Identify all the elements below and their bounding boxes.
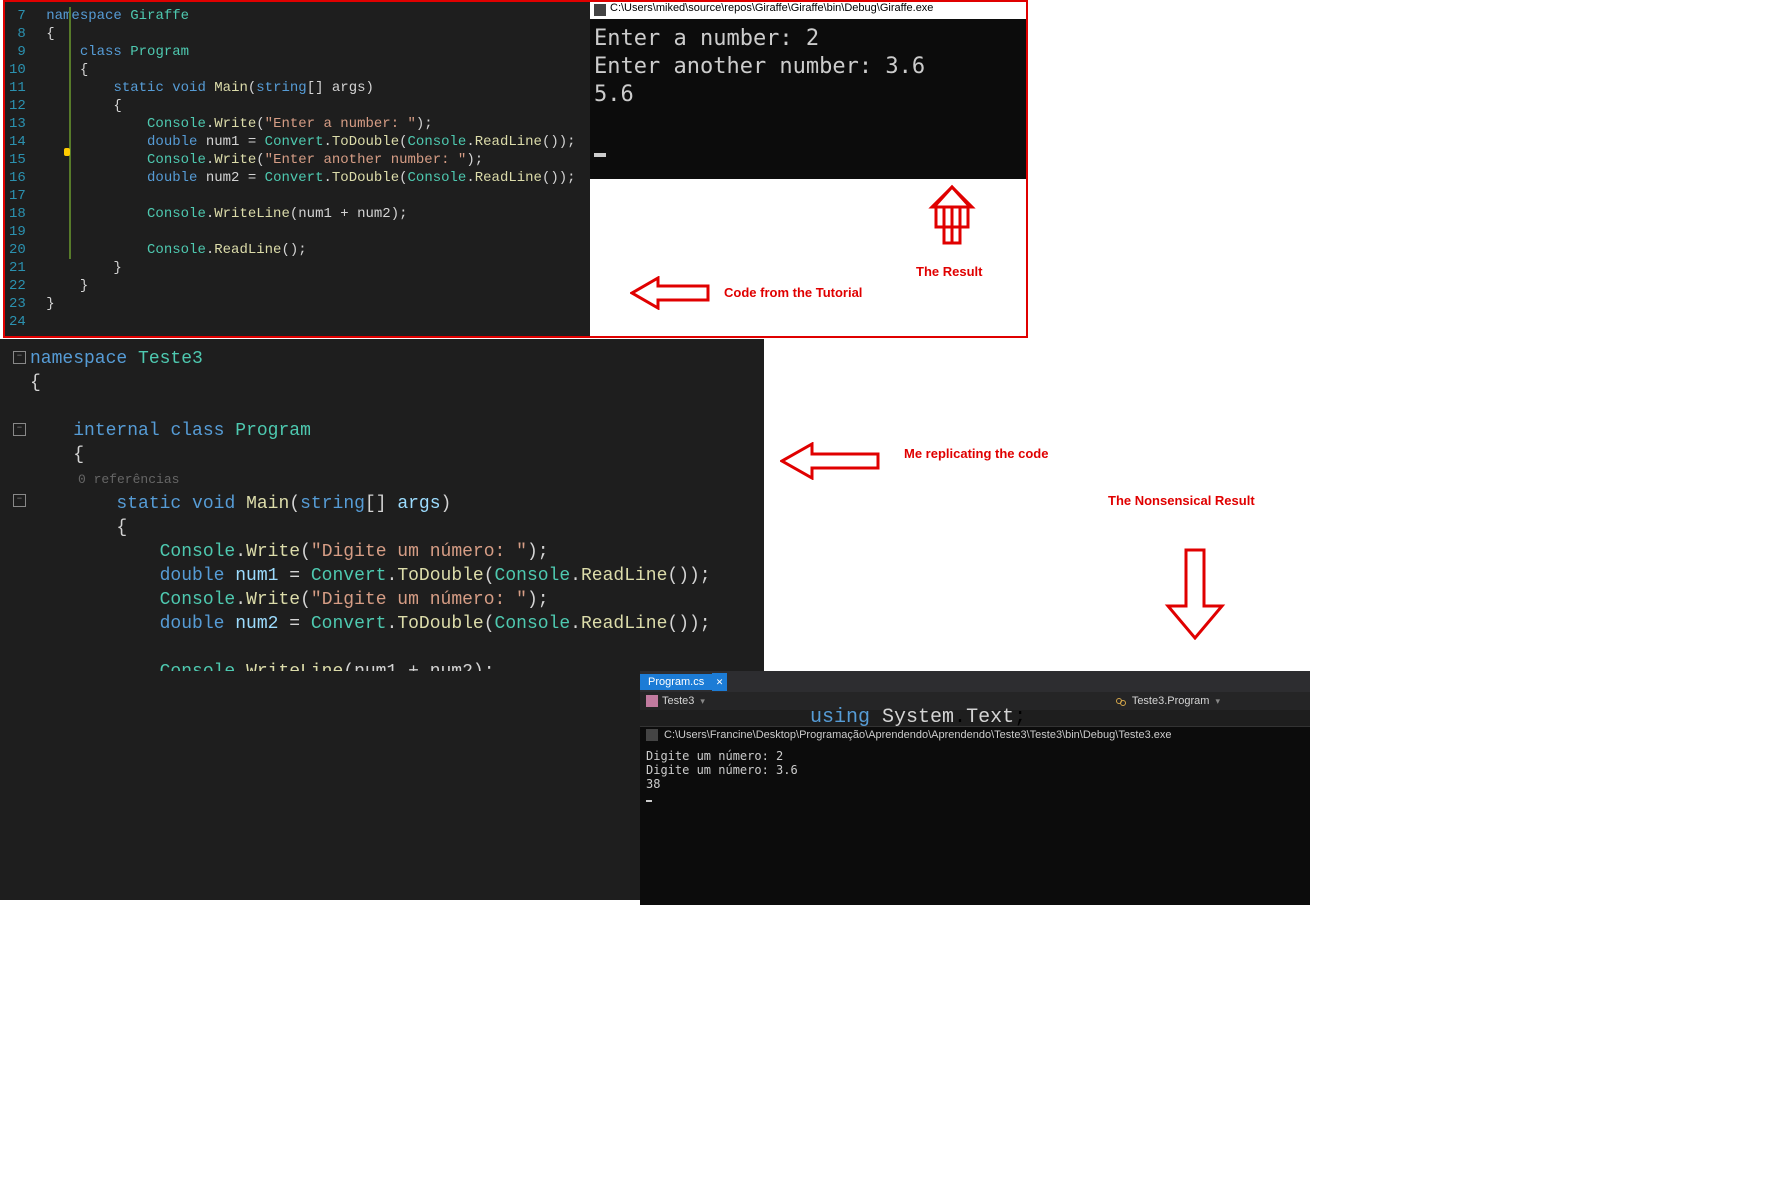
annotation-replicating: Me replicating the code <box>904 446 1048 461</box>
console-output: Digite um número: 2 Digite um número: 3.… <box>640 745 1310 905</box>
fold-icon[interactable]: − <box>13 494 26 507</box>
line-number: 13 <box>9 115 26 133</box>
line-number: 17 <box>9 187 26 205</box>
tutorial-code-editor: 7 8 9 10 11 12 13 14 15 16 17 18 19 20 2… <box>3 0 592 338</box>
line-number: 7 <box>9 7 26 25</box>
line-number: 12 <box>9 97 26 115</box>
editor-tab-row: Program.cs ✕ <box>640 671 1310 692</box>
console-line: 5.6 <box>594 82 634 107</box>
console-line: Enter a number: 2 <box>594 26 819 51</box>
console-line: 38 <box>646 777 660 791</box>
line-number-gutter: 7 8 9 10 11 12 13 14 15 16 17 18 19 20 2… <box>5 2 34 336</box>
arrow-up-icon <box>924 183 980 245</box>
line-number: 15 <box>9 151 26 169</box>
arrow-left-icon <box>630 276 710 310</box>
line-number: 21 <box>9 259 26 277</box>
cursor-icon <box>646 800 652 802</box>
class-icon <box>1116 696 1128 706</box>
console-line: Digite um número: 3.6 <box>646 763 798 777</box>
console-line: Digite um número: 2 <box>646 749 783 763</box>
code-content[interactable]: namespace Giraffe { class Program { stat… <box>34 2 590 336</box>
console-title-bar[interactable]: C:\Users\miked\source\repos\Giraffe\Gira… <box>590 2 1026 19</box>
cursor-icon <box>594 153 606 157</box>
line-number: 23 <box>9 295 26 313</box>
fold-icon[interactable]: − <box>13 351 26 364</box>
line-number: 10 <box>9 61 26 79</box>
tab-program-cs[interactable]: Program.cs <box>640 674 712 690</box>
line-number: 14 <box>9 133 26 151</box>
breadcrumb-class[interactable]: Teste3.Program <box>1116 695 1220 707</box>
code-lens-references[interactable]: 0 referências <box>78 472 179 487</box>
line-number: 11 <box>9 79 26 97</box>
annotation-nonsensical: The Nonsensical Result <box>1108 493 1255 508</box>
editor-background <box>0 671 640 899</box>
fold-icon[interactable]: − <box>13 423 26 436</box>
line-number: 20 <box>9 241 26 259</box>
tab-close-button[interactable]: ✕ <box>712 673 727 691</box>
line-number: 9 <box>9 43 26 61</box>
line-number: 24 <box>9 313 26 331</box>
arrow-left-icon <box>780 442 880 480</box>
csharp-project-icon <box>646 695 658 707</box>
my-console-panel: Program.cs ✕ Teste3 Teste3.Program using… <box>640 671 1310 901</box>
line-number: 8 <box>9 25 26 43</box>
line-number: 18 <box>9 205 26 223</box>
arrow-down-icon <box>1160 548 1230 640</box>
console-output: Enter a number: 2 Enter another number: … <box>590 19 1026 179</box>
line-number: 22 <box>9 277 26 295</box>
console-line: Enter another number: 3.6 <box>594 54 925 79</box>
line-number: 19 <box>9 223 26 241</box>
annotation-tutorial: Code from the Tutorial <box>724 285 862 300</box>
annotation-result: The Result <box>916 264 982 279</box>
breadcrumb-project[interactable]: Teste3 <box>640 695 705 707</box>
lightbulb-icon[interactable] <box>64 148 70 156</box>
console-title-bar[interactable]: C:\Users\Francine\Desktop\Programação\Ap… <box>640 726 1310 745</box>
line-number: 16 <box>9 169 26 187</box>
code-peek-line: using System.Text; <box>640 710 1310 726</box>
